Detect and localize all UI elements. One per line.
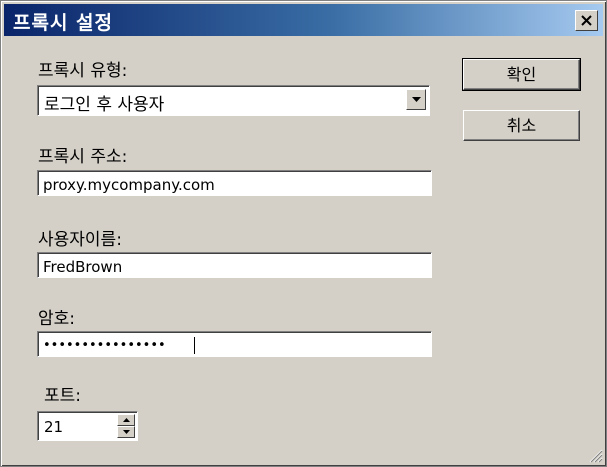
arrow-up-icon [122,418,130,422]
resize-grip-icon[interactable] [587,447,603,463]
port-decrement-button[interactable] [117,426,135,438]
username-label: 사용자이름: [38,230,122,250]
text-caret [194,337,195,354]
password-label: 암호: [38,309,76,329]
title-bar[interactable]: 프록시 설정 [4,4,603,36]
proxy-type-label: 프록시 유형: [38,61,128,81]
port-label: 포트: [44,386,82,406]
ok-button[interactable]: 확인 [462,58,581,91]
port-increment-button[interactable] [117,414,135,426]
arrow-down-icon [122,430,130,434]
proxy-type-value: 로그인 후 사용자 [44,95,165,115]
close-icon [581,15,592,26]
password-input[interactable]: •••••••••••••••• [37,331,432,357]
port-spinner[interactable]: 21 [37,411,138,441]
close-button[interactable] [575,10,598,31]
chevron-down-icon [411,96,421,102]
dropdown-button[interactable] [406,89,426,110]
password-mask: •••••••••••••••• [43,338,166,353]
window-title: 프록시 설정 [13,12,114,34]
username-input[interactable]: FredBrown [37,252,432,278]
proxy-type-select[interactable]: 로그인 후 사용자 [37,85,430,116]
proxy-address-input[interactable]: proxy.mycompany.com [37,170,432,196]
proxy-address-label: 프록시 주소: [38,147,128,167]
proxy-settings-dialog: 프록시 설정 프록시 유형: 로그인 후 사용자 프록시 주소: proxy.m… [0,0,607,467]
cancel-button[interactable]: 취소 [463,110,580,141]
port-value: 21 [44,418,64,436]
